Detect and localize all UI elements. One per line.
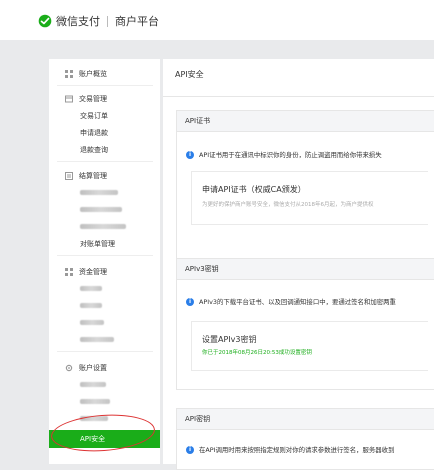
- platform-name: 商户平台: [115, 15, 159, 28]
- sidebar-item-refund-query[interactable]: 退款查询: [49, 141, 160, 158]
- sidebar-item-label: 对账单管理: [80, 239, 115, 248]
- apply-cert-desc: 为更好的保护商户账号安全，微信支付从2018年6月起，为商户提供权: [202, 202, 374, 208]
- sidebar-item-redacted[interactable]: [49, 331, 160, 348]
- info-text: API证书用于在通讯中标识你的身份，防止调盗用而给你带来损失: [199, 151, 382, 159]
- sidebar-item-trade-orders[interactable]: 交易订单: [49, 107, 160, 124]
- sidebar-divider: [57, 85, 153, 86]
- sidebar-item-overview[interactable]: 账户概览: [49, 66, 160, 82]
- sidebar-divider: [57, 161, 153, 162]
- sidebar-section-account[interactable]: 账户设置: [49, 360, 160, 376]
- sidebar-item-redacted[interactable]: [49, 184, 160, 201]
- info-icon: i: [186, 445, 194, 454]
- sidebar-item-label: 交易订单: [80, 111, 108, 120]
- grid-icon: [65, 268, 73, 276]
- ledger-icon: [65, 172, 73, 180]
- card-header: APIv3密钥: [177, 259, 434, 280]
- sidebar-item-redacted[interactable]: [49, 376, 160, 393]
- main-panel: API安全 API证书 i API证书用于在通讯中标识你的身份，防止调盗用而给你…: [163, 59, 434, 470]
- redacted-label: [80, 399, 110, 404]
- redacted-label: [80, 337, 114, 342]
- card-header: API证书: [177, 111, 434, 132]
- redacted-label: [80, 224, 126, 229]
- info-line: i 在API调用时用来按照指定规则对你的请求参数进行签名，服务器收到: [186, 445, 394, 454]
- wechat-pay-logo[interactable]: 微信支付 商户平台: [38, 13, 159, 29]
- info-line: i APIv3的下载平台证书、以及回调通知接口中，要通过签名和加密两重: [186, 297, 396, 306]
- gear-icon: [65, 364, 73, 372]
- sidebar: 账户概览 交易管理 交易订单 申请退款 退款查询 结算管理 对账单管理 资金管理…: [49, 59, 160, 464]
- redacted-label: [80, 303, 102, 308]
- sidebar-section-label: 资金管理: [79, 268, 107, 276]
- sidebar-item-redacted[interactable]: [49, 218, 160, 235]
- sidebar-item-apply-refund[interactable]: 申请退款: [49, 124, 160, 141]
- sidebar-item-label: 申请退款: [80, 128, 108, 137]
- card-icon: [65, 95, 73, 103]
- sidebar-item-label: 账户概览: [79, 70, 107, 78]
- set-apiv3-title: 设置APIv3密钥: [202, 335, 257, 344]
- sidebar-item-redacted[interactable]: [49, 297, 160, 314]
- card-header: API密钥: [177, 409, 434, 430]
- info-text: 在API调用时用来按照指定规则对你的请求参数进行签名，服务器收到: [199, 446, 395, 454]
- set-apiv3-box[interactable]: 设置APIv3密钥 你已于2018年08月26日20:53成功设置密钥: [191, 321, 428, 371]
- apiv3-key-card: APIv3密钥 i APIv3的下载平台证书、以及回调通知接口中，要通过签名和加…: [176, 258, 434, 390]
- sidebar-section-funds[interactable]: 资金管理: [49, 264, 160, 280]
- sidebar-section-trade[interactable]: 交易管理: [49, 91, 160, 107]
- sidebar-divider: [57, 255, 153, 256]
- redacted-label: [80, 190, 118, 195]
- sidebar-item-redacted[interactable]: [49, 201, 160, 218]
- wechat-pay-icon: [38, 14, 52, 28]
- apply-cert-title: 申请API证书（权威CA颁发）: [202, 185, 306, 194]
- info-line: i API证书用于在通讯中标识你的身份，防止调盗用而给你带来损失: [186, 150, 382, 159]
- sidebar-item-redacted[interactable]: [49, 393, 160, 410]
- info-text: APIv3的下载平台证书、以及回调通知接口中，要通过签名和加密两重: [199, 298, 396, 306]
- sidebar-section-label: 交易管理: [79, 95, 107, 103]
- sidebar-section-label: 结算管理: [79, 172, 107, 180]
- sidebar-item-redacted[interactable]: [49, 314, 160, 331]
- grid-icon: [65, 70, 73, 78]
- brand-name: 微信支付: [56, 15, 100, 28]
- sidebar-section-label: 账户设置: [79, 364, 107, 372]
- info-icon: i: [186, 297, 194, 306]
- api-key-card: API密钥 i 在API调用时用来按照指定规则对你的请求参数进行签名，服务器收到: [176, 408, 434, 470]
- page-title: API安全: [175, 70, 204, 79]
- sidebar-item-label: 退款查询: [80, 145, 108, 154]
- sidebar-divider: [57, 351, 153, 352]
- set-apiv3-status: 你已于2018年08月26日20:53成功设置密钥: [202, 350, 312, 356]
- apply-cert-box[interactable]: 申请API证书（权威CA颁发） 为更好的保护商户账号安全，微信支付从2018年6…: [191, 171, 428, 225]
- redacted-label: [80, 382, 106, 387]
- redacted-label: [80, 286, 102, 291]
- redacted-label: [80, 320, 104, 325]
- title-divider: [163, 96, 434, 97]
- sidebar-section-settle[interactable]: 结算管理: [49, 168, 160, 184]
- sidebar-item-redacted[interactable]: [49, 280, 160, 297]
- sidebar-item-statements[interactable]: 对账单管理: [49, 235, 160, 252]
- brand-divider: [107, 15, 108, 27]
- redacted-label: [80, 207, 122, 212]
- top-bar: 微信支付 商户平台: [0, 0, 434, 40]
- info-icon: i: [186, 150, 194, 159]
